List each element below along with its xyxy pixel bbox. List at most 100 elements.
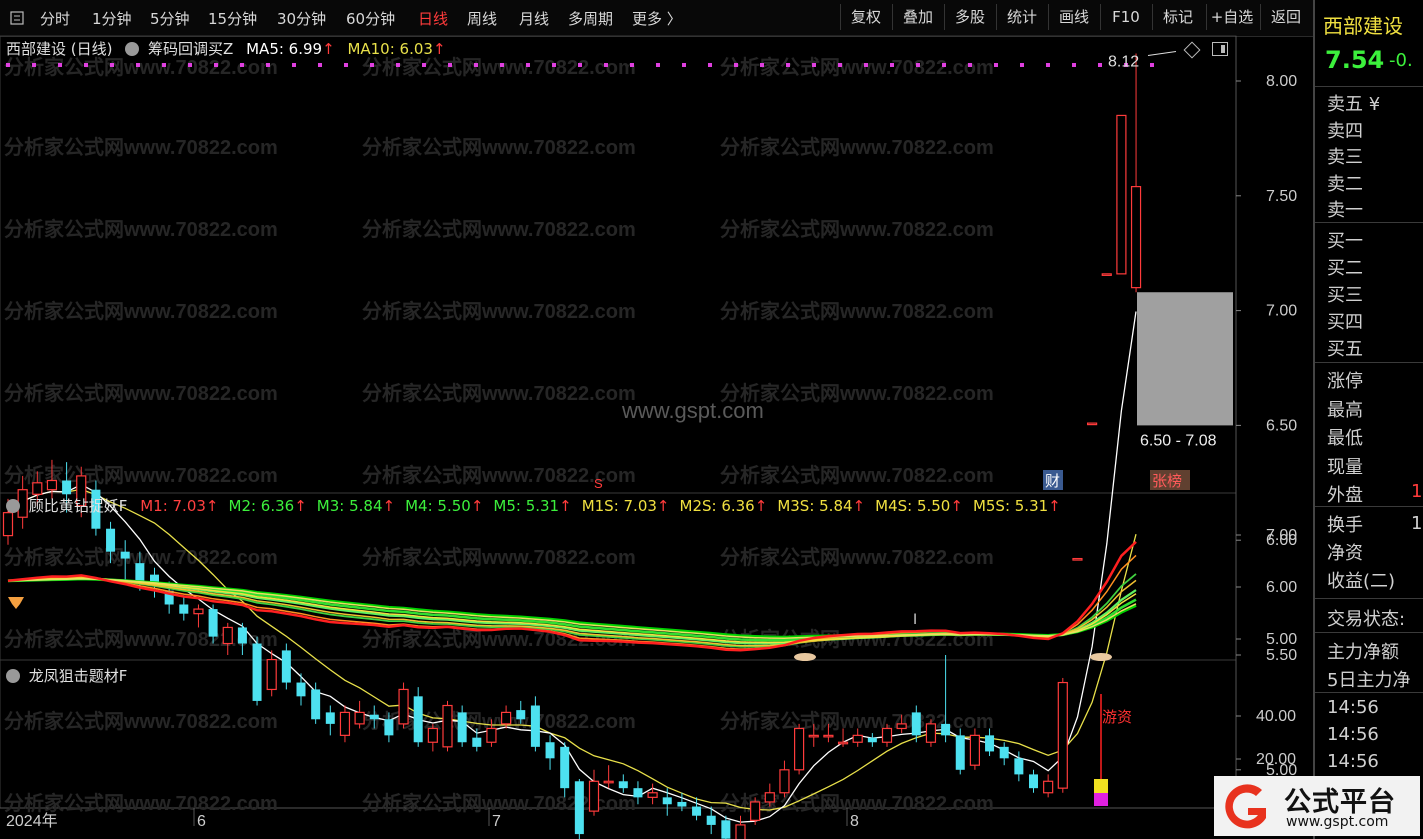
ind2-header: 龙凤狙击题材F [6, 665, 127, 686]
candle-body [618, 781, 628, 789]
price-tick-label: 6.50 [1266, 417, 1297, 434]
gear-icon[interactable] [125, 42, 140, 56]
gear-icon[interactable] [6, 499, 20, 513]
watermark-text: 分析家公式网www.70822.com [4, 791, 278, 815]
signal-dot [552, 63, 556, 67]
signal-dot [1020, 63, 1024, 67]
ask-level-2: 卖三 [1327, 147, 1363, 168]
candle-body [120, 551, 130, 559]
panel-toggle-icon[interactable] [1212, 42, 1228, 56]
candle-body [208, 609, 218, 637]
candle-body [633, 788, 643, 798]
ind2-tick-label: 20.00 [1256, 751, 1296, 768]
candle-body [662, 797, 672, 805]
candle-body [823, 734, 834, 738]
watermark-text: 分析家公式网www.70822.com [4, 217, 278, 241]
ind1-value-label: M5S: 5.31 [972, 497, 1049, 515]
signal-dot [760, 63, 764, 67]
candle-body [706, 815, 716, 825]
signal-dot [500, 63, 504, 67]
candle-body [281, 650, 291, 683]
signal-dot [812, 63, 816, 67]
candle-body [266, 658, 277, 691]
trade-time-1: 14:56 [1327, 724, 1379, 745]
up-arrow-icon: ↑ [754, 497, 768, 515]
signal-dot [890, 63, 894, 67]
up-arrow-icon: ↑ [470, 497, 484, 515]
ind2-bar-yellow [1094, 779, 1108, 793]
candle-body [1029, 774, 1038, 789]
candle-body [735, 824, 746, 839]
watermark-text: 分析家公式网www.70822.com [4, 381, 278, 405]
bid-level-4: 买五 [1327, 339, 1363, 360]
candle-body [808, 734, 819, 738]
candle-body [603, 780, 614, 784]
signal-dot [968, 63, 972, 67]
candle-body [413, 696, 423, 743]
candle-body [1043, 780, 1054, 794]
signal-dot [318, 63, 322, 67]
gear-icon[interactable] [6, 669, 20, 683]
signal-dot [864, 63, 868, 67]
quote-stat2-1: 净资 [1327, 543, 1363, 564]
signal-dot [708, 63, 712, 67]
main-candlestick-chart[interactable]: 分析家公式网www.70822.com 分析家公式网www.70822.com 分析… [0, 0, 1313, 839]
candle-body [969, 734, 981, 766]
candle-body [588, 780, 600, 812]
ind1-tick-label: 6.00 [1266, 579, 1297, 596]
bid-level-2: 买三 [1327, 285, 1363, 306]
signal-dot [188, 63, 192, 67]
candle-body [1130, 186, 1142, 289]
up-arrow-icon: ↑ [1048, 497, 1061, 515]
ind1-tick-label: 7.00 [1266, 527, 1297, 544]
diamond-marker-icon [8, 597, 24, 609]
up-arrow-icon: ↑ [656, 497, 670, 515]
signal-dot [1098, 63, 1102, 67]
candle-body [442, 704, 453, 748]
candle-body [325, 712, 335, 724]
signal-dot [578, 63, 582, 67]
indicator-name[interactable]: 筹码回调买Z [148, 40, 233, 58]
watermark-text: 分析家公式网www.70822.com [4, 709, 278, 733]
candle-body [1072, 557, 1083, 561]
up-arrow-icon: ↑ [294, 497, 307, 515]
high-arrow [1147, 50, 1177, 56]
quote-stock-name: 西部建设 [1323, 14, 1403, 38]
main-panel-frame [0, 35, 1237, 494]
tag-s: S [594, 476, 603, 491]
candle-body [941, 723, 951, 736]
main-net-5day: 5日主力净 [1327, 670, 1411, 691]
signal-dot [110, 63, 114, 67]
candle-body [677, 801, 687, 807]
tag-zhangbang: 张榜 [1152, 473, 1182, 490]
price-tick-label: 8.00 [1266, 73, 1297, 90]
signal-dot [84, 63, 88, 67]
candle-body [46, 479, 58, 491]
time-tick-label: 7 [492, 813, 501, 830]
watermark-text: 分析家公式网www.70822.com [720, 791, 994, 815]
candle-body [311, 689, 321, 720]
candle-body [252, 643, 262, 701]
ind1-title[interactable]: 顾比黄钻捉妖F [29, 497, 128, 515]
price-tick-label: 5.50 [1266, 647, 1297, 664]
main-net-amount: 主力净额 [1327, 642, 1399, 663]
candle-body [1101, 273, 1112, 276]
signal-dot [838, 63, 842, 67]
watermark-text: 分析家公式网www.70822.com [4, 135, 278, 159]
candle-body [516, 710, 526, 720]
ask-level-4: 卖一 [1327, 200, 1363, 221]
tag-cai: 财 [1045, 473, 1060, 490]
signal-dot [630, 63, 634, 67]
trade-time-2: 14:56 [1327, 751, 1379, 772]
ind2-title[interactable]: 龙凤狙击题材F [29, 667, 128, 685]
candle-body [574, 781, 584, 835]
candle-body [106, 528, 116, 552]
ind1-value-label: M4: 5.50 [405, 497, 471, 515]
candle-body [530, 705, 540, 747]
candle-body [692, 806, 702, 816]
candle-body [750, 801, 761, 821]
signal-dot [656, 63, 660, 67]
candle-body [925, 723, 937, 743]
candle-body [721, 820, 731, 839]
candle-body [179, 604, 189, 614]
